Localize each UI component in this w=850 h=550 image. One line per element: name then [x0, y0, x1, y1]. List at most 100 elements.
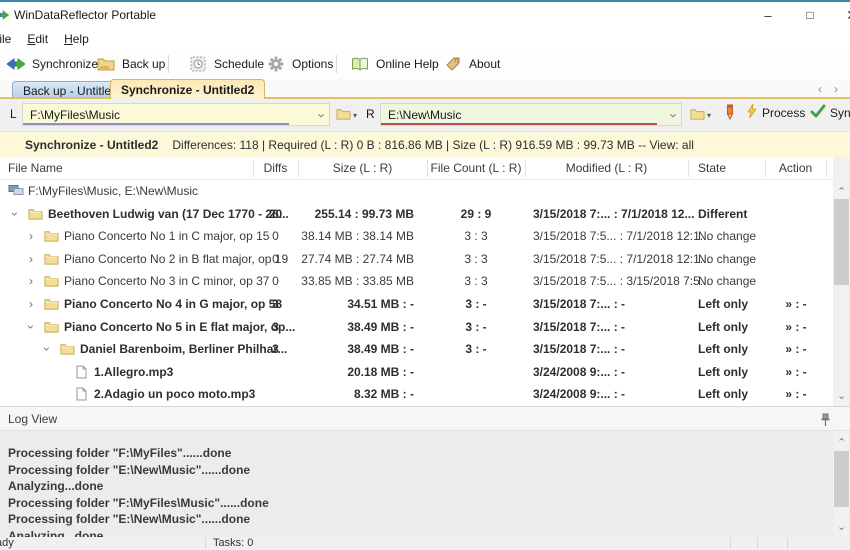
folder-icon — [44, 252, 59, 268]
size-cell: 255.14 : 99.73 MB — [314, 206, 414, 221]
modified-cell: 3/15/2018 7:... : 7/1/2018 12... — [533, 206, 695, 221]
state-cell: Different — [698, 206, 748, 221]
column-divider — [765, 160, 766, 177]
status-tasks-text: Tasks: 0 — [213, 537, 254, 549]
close-button[interactable]: ✕ — [831, 2, 850, 29]
toolbar-button-label: Options — [292, 57, 334, 71]
log-line: Analyzing...done — [8, 479, 104, 494]
table-row[interactable]: › Piano Concerto No 4 in G major, op 58 3 3… — [0, 293, 833, 316]
column-divider — [253, 160, 254, 177]
window-title: WinDataReflector Portable — [14, 8, 157, 22]
table-row[interactable]: › Piano Concerto No 1 in C major, op 15 0 3… — [0, 225, 833, 248]
table-row[interactable]: 1.Allegro.mp3 20.18 MB : - 3/24/2008 9:...… — [0, 361, 833, 384]
scroll-up-icon[interactable]: › — [833, 431, 850, 448]
column-header-modified-l-r[interactable]: Modified (L : R) — [525, 161, 688, 175]
maximize-button[interactable]: □ — [789, 2, 831, 29]
schedule-icon — [188, 56, 208, 72]
file-name-cell: Piano Concerto No 3 in C minor, op 37 — [64, 274, 270, 289]
size-cell: 20.18 MB : - — [347, 364, 414, 379]
expander-expand-icon[interactable]: › — [26, 252, 36, 266]
folder-icon — [44, 297, 59, 313]
column-header-diffs[interactable]: Diffs — [253, 161, 298, 175]
expander-collapse-icon[interactable]: › — [8, 207, 22, 221]
column-header-state[interactable]: State — [698, 161, 726, 175]
menu-item-edit[interactable]: Edit — [19, 30, 56, 48]
toolbar-button-label: Synchronize — [32, 57, 99, 71]
synchronize-button[interactable]: Synchronize — [2, 52, 102, 76]
scroll-down-icon[interactable]: › — [833, 389, 850, 406]
table-row[interactable]: › Beethoven Ludwig van (17 Dec 1770 - 26.… — [0, 203, 833, 226]
table-row[interactable]: › Piano Concerto No 5 in E flat major, op… — [0, 316, 833, 339]
action-cell: » : - — [785, 364, 807, 379]
right-path-dropdown-icon[interactable]: › — [666, 113, 681, 117]
process-button[interactable]: Process — [746, 103, 805, 122]
expander-expand-icon[interactable]: › — [26, 229, 36, 243]
lightning-icon — [746, 103, 758, 122]
summary-bar: Synchronize - Untitled2 Differences: 118… — [0, 131, 850, 157]
diffs-cell: 0 — [272, 251, 279, 266]
column-header-file-count-l-r[interactable]: File Count (L : R) — [427, 161, 525, 175]
online-help-button[interactable]: Online Help — [346, 52, 443, 76]
left-path-input[interactable] — [23, 104, 329, 125]
toolbar-button-label: Online Help — [376, 57, 439, 71]
menu-item-file[interactable]: File — [0, 30, 19, 48]
left-path-label: L — [10, 107, 17, 121]
size-cell: 38.49 MB : - — [347, 342, 414, 357]
schedule-button[interactable]: Schedule — [184, 52, 268, 76]
table-scrollbar-thumb[interactable] — [834, 199, 849, 285]
left-path-dropdown-icon[interactable]: › — [314, 113, 329, 117]
left-browse-button[interactable]: ▾ — [336, 105, 364, 125]
size-cell: 27.74 MB : 27.74 MB — [301, 251, 414, 266]
about-button[interactable]: About — [439, 52, 504, 76]
tab-scroll-left-icon[interactable]: ‹ — [818, 82, 822, 96]
checkmark-icon — [810, 104, 826, 121]
modified-cell: 3/15/2018 7:... : - — [533, 319, 626, 334]
diffs-cell: 3 — [272, 297, 279, 311]
table-row[interactable]: F:\MyFiles\Music, E:\New\Music — [0, 180, 833, 203]
column-divider — [427, 160, 428, 177]
right-path-input[interactable] — [381, 104, 681, 125]
folder-icon — [336, 107, 351, 123]
status-separator — [205, 538, 206, 549]
tab-scroll-right-icon[interactable]: › — [834, 82, 838, 96]
table-scrollbar[interactable]: › › — [833, 157, 850, 406]
file-name-cell: 2.Adagio un poco moto.mp3 — [94, 387, 256, 402]
expander-expand-icon[interactable]: › — [26, 297, 36, 311]
state-cell: No change — [698, 251, 757, 266]
diffs-cell: 0 — [272, 229, 279, 244]
table-row[interactable]: 2.Adagio un poco moto.mp3 8.32 MB : - 3/24… — [0, 383, 833, 406]
folder-icon — [44, 274, 59, 290]
file-name-cell: Piano Concerto No 4 in G major, op 58 — [64, 297, 283, 311]
expander-collapse-icon[interactable]: › — [24, 320, 38, 334]
expander-collapse-icon[interactable]: › — [40, 342, 54, 356]
state-cell: No change — [698, 229, 757, 244]
scroll-down-icon[interactable]: › — [833, 520, 850, 537]
menu-bar: FileEditHelp — [0, 29, 850, 49]
minimize-button[interactable]: – — [747, 2, 789, 29]
toolbar-separator — [336, 55, 337, 73]
column-header-size-l-r[interactable]: Size (L : R) — [298, 161, 427, 175]
expander-expand-icon[interactable]: › — [26, 274, 36, 288]
options-button[interactable]: Options — [262, 52, 337, 76]
column-header-action[interactable]: Action — [765, 161, 826, 175]
log-scrollbar[interactable]: › › — [833, 431, 850, 537]
modified-cell: 3/15/2018 7:5... : 7/1/2018 12:1... — [533, 229, 710, 244]
column-divider — [826, 160, 827, 177]
column-header-file-name[interactable]: File Name — [8, 161, 63, 175]
sync-button[interactable]: Synchronize — [810, 104, 850, 121]
backup-button[interactable]: Back up — [92, 52, 169, 76]
log-line: Processing folder "E:\New\Music"......do… — [8, 512, 251, 527]
diffs-cell: 3 — [272, 319, 279, 334]
state-cell: No change — [698, 274, 757, 289]
log-scrollbar-thumb[interactable] — [834, 451, 849, 507]
menu-item-help[interactable]: Help — [56, 30, 97, 48]
table-row[interactable]: › Piano Concerto No 3 in C minor, op 37 0 3… — [0, 270, 833, 293]
tab-synchronize-untitled2[interactable]: Synchronize - Untitled2 — [110, 79, 266, 99]
scroll-up-icon[interactable]: › — [833, 180, 850, 197]
table-row[interactable]: › Piano Concerto No 2 in B flat major, op… — [0, 248, 833, 271]
edit-filters-button[interactable] — [726, 104, 734, 123]
right-browse-button[interactable]: ▾ — [690, 105, 718, 125]
toolbar-separator — [168, 55, 169, 73]
pin-icon[interactable] — [820, 413, 831, 430]
table-row[interactable]: › Daniel Barenboim, Berliner Philhar... 3 3… — [0, 338, 833, 361]
